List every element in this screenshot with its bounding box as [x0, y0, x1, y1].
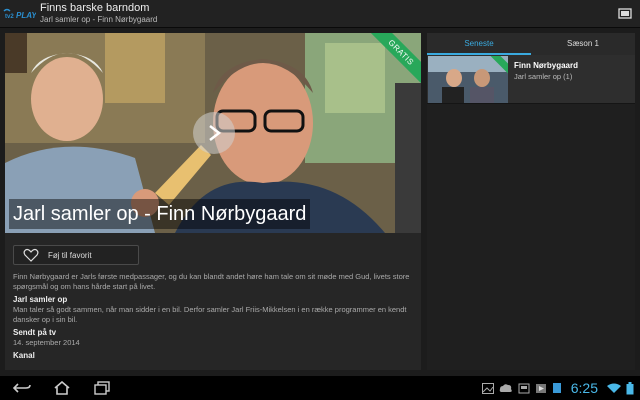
add-favorite-label: Føj til favorit — [48, 250, 92, 260]
video-hero[interactable]: GRATIS Jarl samler op - Finn Nørbygaard — [5, 33, 421, 233]
svg-text:tv2: tv2 — [5, 14, 14, 20]
aired-heading: Sendt på tv — [13, 328, 57, 337]
tab-latest[interactable]: Seneste — [427, 33, 531, 55]
screen-icon — [552, 383, 561, 393]
video-title: Jarl samler op - Finn Nørbygaard — [9, 199, 311, 229]
episode-subtitle: Jarl samler op (1) — [514, 72, 573, 81]
home-icon — [54, 381, 70, 395]
main-panel: GRATIS Jarl samler op - Finn Nørbygaard … — [5, 33, 421, 370]
recent-apps-icon — [94, 381, 110, 395]
page-subtitle: Jarl samler op - Finn Nørbygaard — [40, 15, 158, 24]
tab-season-1[interactable]: Sæson 1 — [531, 33, 635, 55]
episode-tabs: Seneste Sæson 1 — [427, 33, 635, 55]
episode-sidebar: Seneste Sæson 1 Finn Nørbygaard Jarl sam… — [427, 33, 635, 370]
cast-icon[interactable] — [610, 0, 640, 28]
title-block: Finns barske barndom Jarl samler op - Fi… — [38, 2, 610, 25]
battery-icon — [626, 381, 634, 394]
episode-details: Finn Nørbygaard er Jarls første medpassa… — [13, 272, 417, 361]
play-button[interactable] — [193, 112, 235, 154]
episode-title: Finn Nørbygaard — [514, 61, 579, 70]
heart-icon — [14, 248, 48, 262]
episode-description: Finn Nørbygaard er Jarls første medpassa… — [13, 272, 410, 291]
back-button[interactable] — [2, 376, 42, 400]
play-icon — [209, 125, 222, 141]
play-store-icon — [535, 383, 546, 393]
aired-date: 14. september 2014 — [13, 338, 80, 347]
back-icon — [13, 383, 31, 393]
system-navbar: 6:25 — [0, 376, 640, 400]
app-logo[interactable]: tv2 PLAY — [0, 0, 38, 28]
home-button[interactable] — [42, 376, 82, 400]
free-badge-label: GRATIS — [369, 33, 421, 85]
page-title: Finns barske barndom — [40, 2, 150, 14]
episode-list-item[interactable]: Finn Nørbygaard Jarl samler op (1) — [427, 55, 635, 104]
episode-thumbnail — [428, 56, 508, 103]
storage-icon — [518, 383, 530, 393]
recent-apps-button[interactable] — [82, 376, 122, 400]
program-heading: Jarl samler op — [13, 295, 68, 304]
cloud-download-icon — [499, 383, 512, 392]
channel-heading: Kanal — [13, 351, 35, 360]
add-favorite-button[interactable]: Føj til favorit — [13, 245, 139, 265]
status-clock: 6:25 — [570, 380, 598, 396]
logo-text: PLAY — [16, 11, 36, 20]
episode-text: Finn Nørbygaard Jarl samler op (1) — [508, 55, 578, 103]
program-text: Man taler så godt sammen, når man sidder… — [13, 305, 407, 324]
free-badge: GRATIS — [369, 33, 421, 85]
gallery-icon — [481, 382, 494, 394]
status-area[interactable]: 6:25 — [481, 380, 640, 396]
wifi-icon — [607, 383, 621, 393]
action-bar: tv2 PLAY Finns barske barndom Jarl samle… — [0, 0, 640, 28]
